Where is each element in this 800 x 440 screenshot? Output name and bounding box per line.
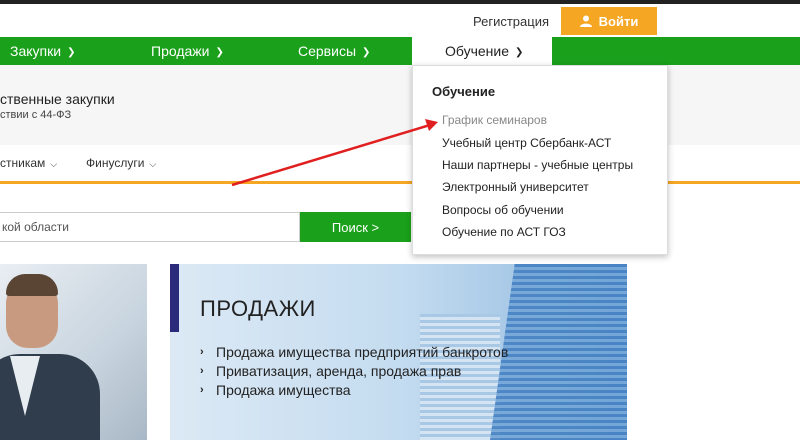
top-bar: Регистрация Войти — [0, 4, 800, 37]
list-item: › Продажа имущества предприятий банкротов — [200, 342, 508, 361]
site-header: ственные закупки ствии с 44-ФЗ — [0, 65, 800, 145]
list-item-text: Продажа имущества предприятий банкротов — [216, 343, 509, 360]
sub-nav: стникам ⌵ Финуслуги ⌵ — [0, 146, 800, 181]
list-item-text: Продажа имущества — [216, 381, 351, 398]
list-item: › Продажа имущества — [200, 380, 508, 399]
hair-shape — [6, 274, 58, 296]
menu-item-faq[interactable]: Вопросы об обучении — [442, 203, 564, 217]
user-icon — [579, 15, 592, 27]
nav-item-sales[interactable]: Продажи ❯ — [151, 37, 224, 65]
menu-item-seminar-schedule[interactable]: График семинаров — [442, 113, 547, 127]
nav-label: Закупки — [10, 43, 62, 59]
chevron-down-icon: ❯ — [67, 47, 76, 58]
subnav-label: Финуслуги — [86, 156, 145, 170]
nav-item-purchases[interactable]: Закупки ❯ — [10, 37, 75, 65]
divider-line — [0, 181, 800, 184]
banner-accent — [170, 264, 179, 332]
chevron-right-icon: › — [200, 383, 204, 396]
nav-item-services[interactable]: Сервисы ❯ — [298, 37, 370, 65]
site-subtitle: ствии с 44-ФЗ — [0, 109, 72, 121]
menu-item-partners[interactable]: Наши партнеры - учебные центры — [442, 158, 633, 172]
chevron-right-icon: › — [200, 345, 204, 358]
chevron-down-icon: ❯ — [362, 47, 371, 58]
banner-title: ПРОДАЖИ — [200, 296, 316, 321]
banner-list: › Продажа имущества предприятий банкротов… — [200, 342, 508, 399]
login-label: Войти — [598, 13, 639, 29]
subnav-item-participants[interactable]: стникам ⌵ — [0, 156, 57, 170]
training-dropdown-menu: Обучение График семинаров Учебный центр … — [412, 65, 668, 255]
site-title: ственные закупки — [0, 91, 115, 107]
chevron-down-icon: ❯ — [215, 47, 224, 58]
list-item-text: Приватизация, аренда, продажа прав — [216, 362, 462, 379]
nav-item-training[interactable]: Обучение ❯ — [412, 37, 552, 65]
sales-banner[interactable]: ПРОДАЖИ › Продажа имущества предприятий б… — [170, 264, 627, 440]
chevron-down-icon: ❯ — [515, 47, 524, 58]
nav-label: Сервисы — [298, 43, 357, 59]
main-nav: Закупки ❯ Продажи ❯ Сервисы ❯ Обучение ❯ — [0, 37, 800, 65]
subnav-item-finservices[interactable]: Финуслуги ⌵ — [86, 156, 156, 170]
search-button[interactable]: Поиск > — [300, 212, 411, 242]
chevron-down-icon: ⌵ — [50, 159, 58, 169]
hero-image-businessman — [0, 264, 147, 440]
dropdown-title: Обучение — [432, 84, 496, 99]
subnav-label: стникам — [0, 156, 46, 170]
search-input[interactable]: кой области — [0, 212, 300, 242]
menu-item-training-center[interactable]: Учебный центр Сбербанк-АСТ — [442, 136, 611, 150]
register-link[interactable]: Регистрация — [473, 14, 549, 29]
menu-item-ast-goz[interactable]: Обучение по АСТ ГОЗ — [442, 225, 566, 239]
nav-label: Обучение — [445, 43, 510, 59]
list-item: › Приватизация, аренда, продажа прав — [200, 361, 508, 380]
nav-label: Продажи — [151, 43, 210, 59]
skyscraper-graphic — [490, 264, 627, 440]
chevron-down-icon: ⌵ — [149, 159, 157, 169]
menu-item-e-university[interactable]: Электронный университет — [442, 180, 589, 194]
chevron-right-icon: › — [200, 364, 204, 377]
login-button[interactable]: Войти — [561, 7, 657, 35]
